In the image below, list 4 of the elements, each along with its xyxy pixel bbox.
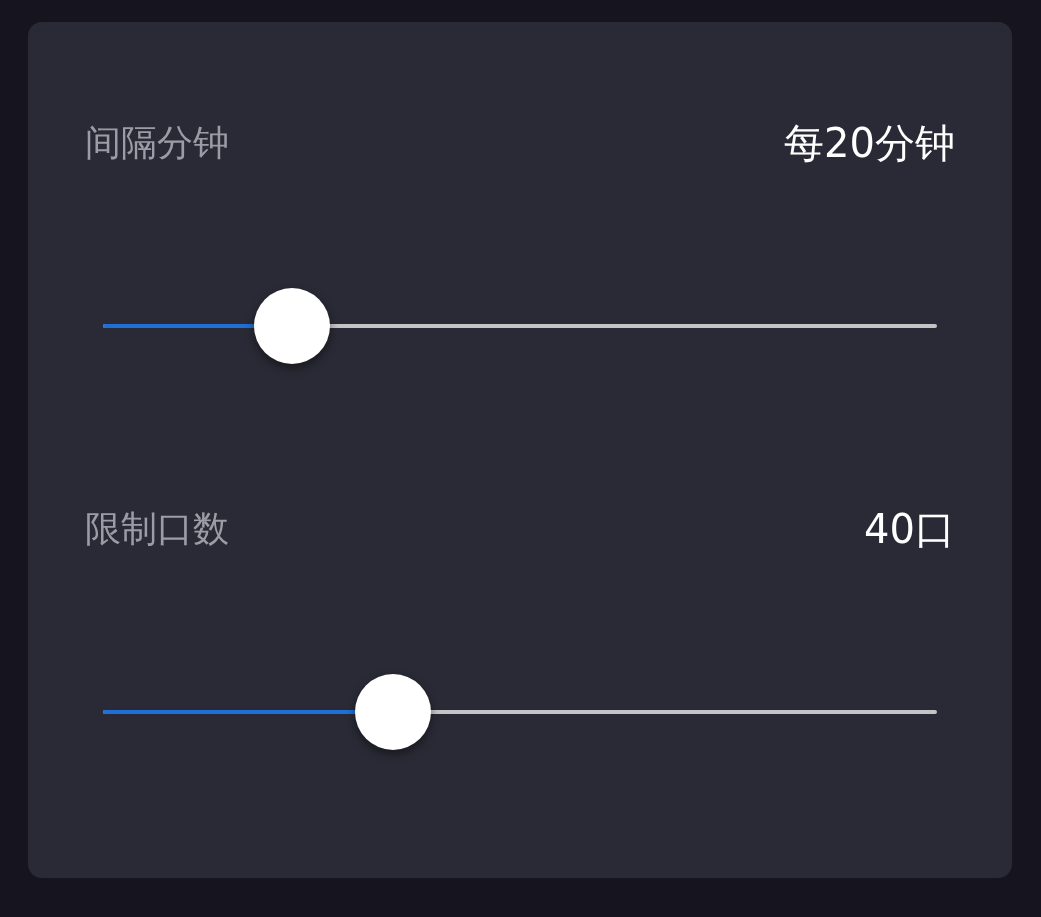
setting-value: 40口 — [864, 506, 955, 552]
setting-label: 间隔分钟 — [85, 121, 229, 165]
setting-value: 每20分钟 — [784, 120, 955, 166]
setting-label: 限制口数 — [85, 507, 229, 551]
